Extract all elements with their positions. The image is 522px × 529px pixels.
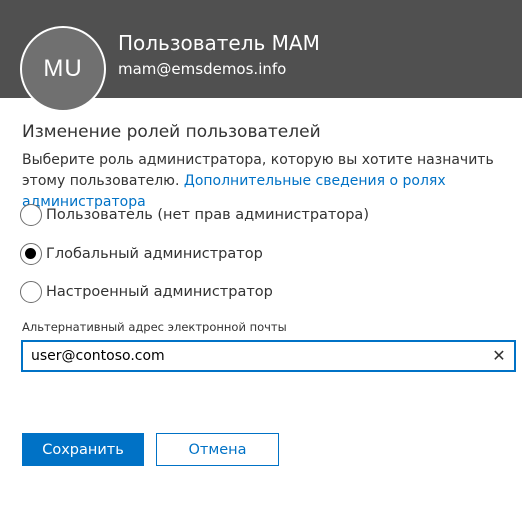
clear-icon[interactable]: ✕	[490, 346, 508, 366]
avatar-initials: MU	[43, 55, 83, 82]
radio-button[interactable]	[20, 281, 42, 303]
cancel-button[interactable]: Отмена	[156, 433, 279, 466]
user-name: Пользователь MAM	[118, 31, 320, 55]
user-email: mam@emsdemos.info	[118, 60, 287, 78]
role-option-custom-admin[interactable]: Настроенный администратор	[20, 281, 273, 303]
role-option-user[interactable]: Пользователь (нет прав администратора)	[20, 204, 369, 226]
save-button[interactable]: Сохранить	[22, 433, 144, 466]
alt-email-label: Альтернативный адрес электронной почты	[22, 320, 287, 334]
alt-email-input[interactable]	[31, 342, 491, 370]
role-option-global-admin[interactable]: Глобальный администратор	[20, 243, 263, 265]
alt-email-field-container: ✕	[21, 340, 516, 372]
section-title: Изменение ролей пользователей	[22, 122, 321, 142]
avatar: MU	[20, 26, 106, 112]
role-option-label: Настроенный администратор	[46, 284, 273, 300]
radio-button-selected[interactable]	[20, 243, 42, 265]
radio-button[interactable]	[20, 204, 42, 226]
role-option-label: Пользователь (нет прав администратора)	[46, 207, 369, 223]
role-option-label: Глобальный администратор	[46, 246, 263, 262]
